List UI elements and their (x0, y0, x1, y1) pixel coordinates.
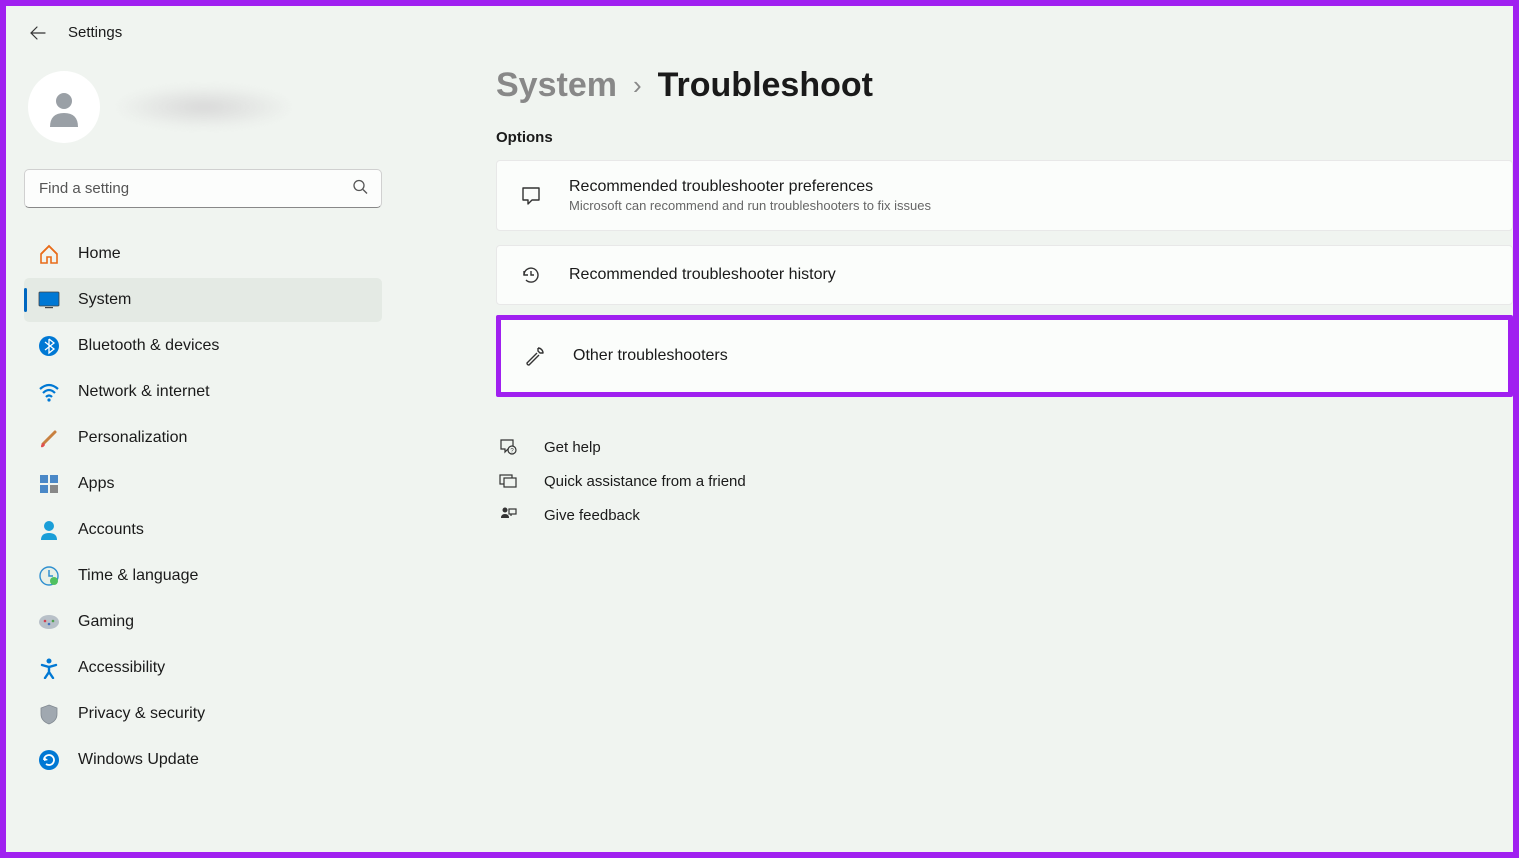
footer-label: Get help (544, 439, 601, 456)
user-icon (44, 87, 84, 127)
nav-item-accessibility[interactable]: Accessibility (24, 646, 382, 690)
footer-label: Give feedback (544, 507, 640, 524)
avatar (28, 71, 100, 143)
link-feedback[interactable]: Give feedback (496, 505, 1513, 525)
nav-item-bluetooth[interactable]: Bluetooth & devices (24, 324, 382, 368)
card-recommended-preferences[interactable]: Recommended troubleshooter preferences M… (496, 160, 1513, 231)
header: Settings (24, 24, 382, 41)
nav-item-system[interactable]: System (24, 278, 382, 322)
chevron-right-icon: › (633, 70, 642, 101)
clock-globe-icon (38, 565, 60, 587)
card-title: Other troubleshooters (573, 347, 728, 365)
card-text: Recommended troubleshooter preferences M… (569, 178, 931, 213)
nav-item-accounts[interactable]: Accounts (24, 508, 382, 552)
nav-item-network[interactable]: Network & internet (24, 370, 382, 414)
sidebar: Settings Home System (6, 6, 406, 852)
options-list: Recommended troubleshooter preferences M… (496, 160, 1513, 403)
help-icon: ? (498, 437, 518, 457)
nav-label: Personalization (78, 429, 187, 447)
nav-label: Accessibility (78, 659, 165, 677)
wifi-icon (38, 381, 60, 403)
profile-block[interactable] (24, 71, 382, 143)
search-icon (352, 178, 368, 199)
nav-label: Apps (78, 475, 114, 493)
nav-label: Bluetooth & devices (78, 337, 219, 355)
main-content: System › Troubleshoot Options Recommende… (406, 6, 1513, 852)
app-title: Settings (68, 24, 122, 41)
wrench-icon (523, 344, 547, 368)
card-title: Recommended troubleshooter history (569, 266, 836, 284)
footer-links: ? Get help Quick assistance from a frien… (496, 437, 1513, 525)
card-subtitle: Microsoft can recommend and run troubles… (569, 198, 931, 213)
nav-label: Windows Update (78, 751, 199, 769)
nav-label: Home (78, 245, 121, 263)
card-separator (496, 235, 1513, 241)
nav-label: Gaming (78, 613, 134, 631)
nav-label: Privacy & security (78, 705, 205, 723)
gamepad-icon (38, 611, 60, 633)
nav-label: Accounts (78, 521, 144, 539)
shield-icon (38, 703, 60, 725)
brush-icon (38, 427, 60, 449)
screens-icon (498, 471, 518, 491)
nav-item-apps[interactable]: Apps (24, 462, 382, 506)
accessibility-icon (38, 657, 60, 679)
history-icon (519, 263, 543, 287)
nav-item-update[interactable]: Windows Update (24, 738, 382, 782)
card-other-troubleshooters[interactable]: Other troubleshooters (496, 315, 1513, 397)
card-text: Recommended troubleshooter history (569, 266, 836, 284)
feedback-icon (498, 505, 518, 525)
breadcrumb: System › Troubleshoot (496, 66, 1513, 105)
nav-item-home[interactable]: Home (24, 232, 382, 276)
link-quick-assist[interactable]: Quick assistance from a friend (496, 471, 1513, 491)
bluetooth-icon (38, 335, 60, 357)
home-icon (38, 243, 60, 265)
arrow-left-icon (30, 25, 46, 41)
breadcrumb-parent[interactable]: System (496, 66, 617, 105)
nav-item-gaming[interactable]: Gaming (24, 600, 382, 644)
nav-item-time[interactable]: Time & language (24, 554, 382, 598)
settings-window: Settings Home System (0, 0, 1519, 858)
account-icon (38, 519, 60, 541)
system-icon (38, 289, 60, 311)
nav-label: Time & language (78, 567, 198, 585)
footer-label: Quick assistance from a friend (544, 473, 746, 490)
nav-item-personalization[interactable]: Personalization (24, 416, 382, 460)
apps-icon (38, 473, 60, 495)
chat-icon (519, 184, 543, 208)
search-input[interactable] (24, 169, 382, 208)
card-title: Recommended troubleshooter preferences (569, 178, 931, 196)
search-container (24, 169, 382, 208)
card-recommended-history[interactable]: Recommended troubleshooter history (496, 245, 1513, 305)
card-text: Other troubleshooters (573, 347, 728, 365)
back-button[interactable] (30, 25, 46, 41)
nav-label: System (78, 291, 131, 309)
update-icon (38, 749, 60, 771)
section-heading: Options (496, 129, 1513, 146)
profile-name-redacted (114, 85, 294, 129)
nav-label: Network & internet (78, 383, 210, 401)
link-get-help[interactable]: ? Get help (496, 437, 1513, 457)
nav-item-privacy[interactable]: Privacy & security (24, 692, 382, 736)
nav-list: Home System Bluetooth & devices Network … (24, 232, 382, 782)
breadcrumb-current: Troubleshoot (658, 66, 873, 105)
